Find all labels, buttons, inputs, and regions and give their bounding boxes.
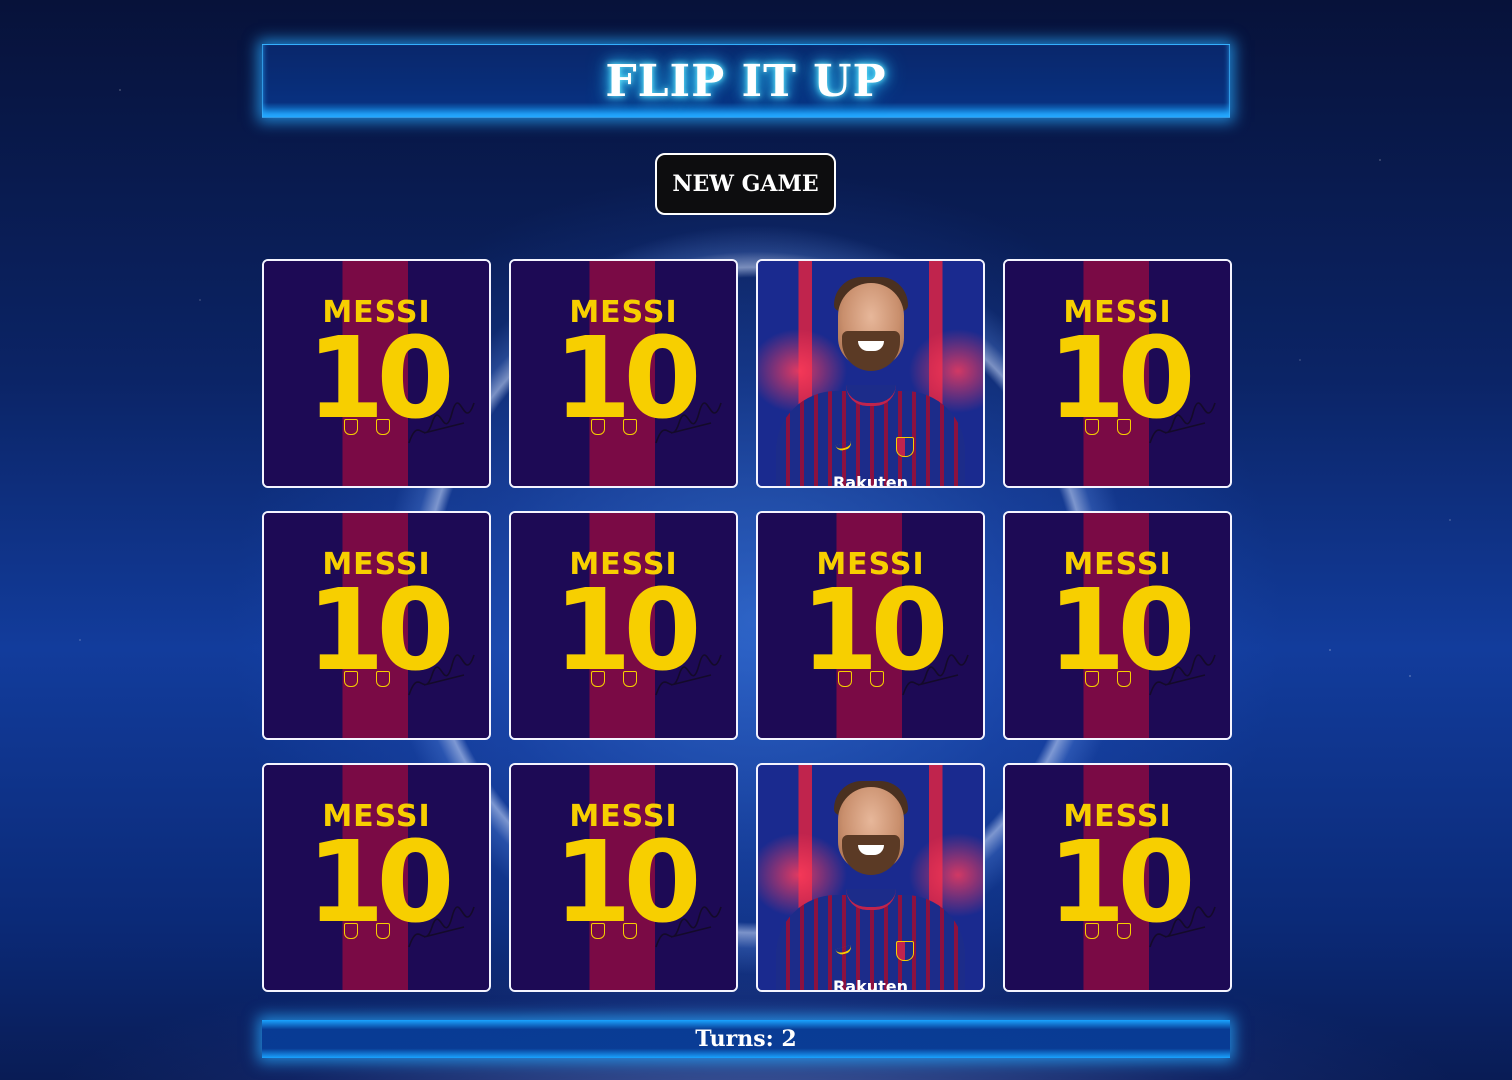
- signature-icon: [408, 402, 475, 444]
- memory-card[interactable]: Rakuten: [756, 259, 985, 488]
- crest-icon: [623, 419, 637, 435]
- crest-icon: [1117, 419, 1131, 435]
- crest-icon: [1117, 671, 1131, 687]
- title-banner: FLIP IT UP: [262, 44, 1230, 118]
- portrait-badge: [896, 941, 914, 961]
- memory-card[interactable]: MESSI 10: [509, 511, 738, 740]
- card-back-image: MESSI 10: [1005, 765, 1230, 990]
- jersey-sponsor: Rakuten: [832, 473, 909, 486]
- crest-icon: [838, 671, 852, 687]
- signature-icon: [408, 654, 475, 696]
- memory-card[interactable]: MESSI 10: [262, 763, 491, 992]
- card-back-image: MESSI 10: [511, 513, 736, 738]
- crest-icon: [1085, 923, 1099, 939]
- crest-icon: [1117, 923, 1131, 939]
- memory-card[interactable]: MESSI 10: [1003, 259, 1232, 488]
- crest-icon: [376, 923, 390, 939]
- crest-icon: [870, 671, 884, 687]
- portrait-beard: [842, 331, 900, 371]
- signature-icon: [902, 654, 969, 696]
- signature-icon: [408, 906, 475, 948]
- memory-card[interactable]: MESSI 10: [756, 511, 985, 740]
- signature-icon: [655, 402, 722, 444]
- portrait-beard: [842, 835, 900, 875]
- crest-icon: [1085, 671, 1099, 687]
- crest-icon: [591, 419, 605, 435]
- crest-icon: [376, 671, 390, 687]
- crest-icon: [344, 923, 358, 939]
- new-game-button[interactable]: NEW GAME: [655, 153, 836, 215]
- memory-card[interactable]: MESSI 10: [1003, 763, 1232, 992]
- crest-icon: [1085, 419, 1099, 435]
- card-back-image: MESSI 10: [758, 513, 983, 738]
- crest-icon: [623, 671, 637, 687]
- player-portrait-image: Rakuten: [758, 765, 983, 990]
- crest-icon: [344, 419, 358, 435]
- signature-icon: [1149, 654, 1216, 696]
- card-back-image: MESSI 10: [264, 765, 489, 990]
- status-bar: Turns: 2: [262, 1020, 1230, 1058]
- player-portrait-image: Rakuten: [758, 261, 983, 486]
- crest-icon: [623, 923, 637, 939]
- card-back-image: MESSI 10: [264, 513, 489, 738]
- signature-icon: [655, 906, 722, 948]
- memory-card[interactable]: MESSI 10: [509, 763, 738, 992]
- card-back-image: MESSI 10: [1005, 513, 1230, 738]
- card-back-image: MESSI 10: [511, 261, 736, 486]
- crest-icon: [376, 419, 390, 435]
- memory-card[interactable]: MESSI 10: [262, 259, 491, 488]
- signature-icon: [1149, 402, 1216, 444]
- crest-icon: [591, 671, 605, 687]
- memory-card[interactable]: MESSI 10: [262, 511, 491, 740]
- signature-icon: [655, 654, 722, 696]
- card-back-image: MESSI 10: [511, 765, 736, 990]
- turns-counter: Turns: 2: [695, 1026, 797, 1052]
- memory-card[interactable]: Rakuten: [756, 763, 985, 992]
- jersey-sponsor: Rakuten: [832, 977, 909, 990]
- crest-icon: [344, 671, 358, 687]
- portrait-badge: [896, 437, 914, 457]
- card-back-image: MESSI 10: [1005, 261, 1230, 486]
- card-grid: MESSI 10 MESSI 10 Rakuten MESSI 10 MESSI 10 MESSI…: [262, 259, 1234, 992]
- memory-card[interactable]: MESSI 10: [509, 259, 738, 488]
- crest-icon: [591, 923, 605, 939]
- card-back-image: MESSI 10: [264, 261, 489, 486]
- game-title: FLIP IT UP: [605, 55, 887, 107]
- signature-icon: [1149, 906, 1216, 948]
- memory-card[interactable]: MESSI 10: [1003, 511, 1232, 740]
